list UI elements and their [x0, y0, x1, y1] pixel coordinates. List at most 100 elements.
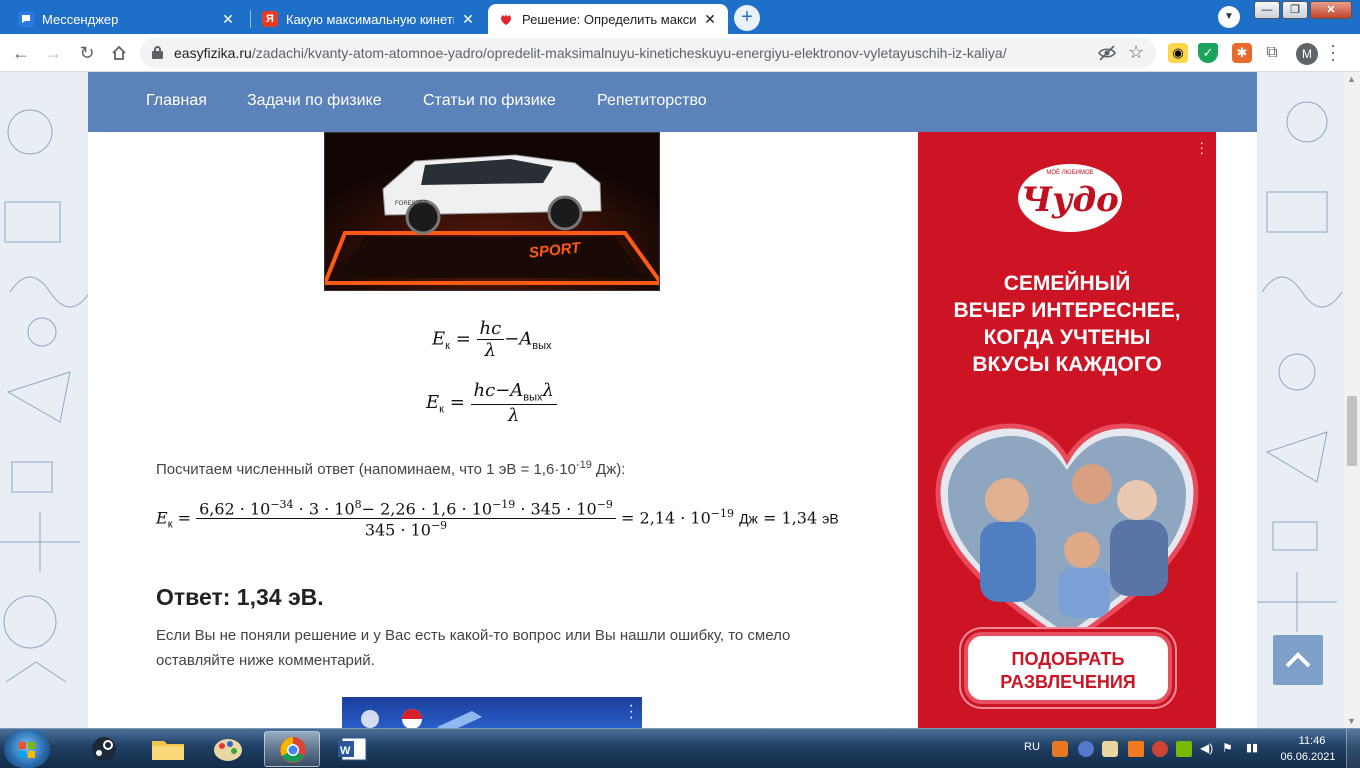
bug-extension-icon[interactable]: ✱ [1232, 43, 1252, 63]
equals-sign: = [177, 508, 191, 528]
tab-title: Мессенджер [42, 11, 119, 27]
clock-date[interactable]: 06.06.2021 [1277, 751, 1339, 763]
num-exp-4: −9 [596, 498, 613, 511]
tray-volume-icon[interactable]: ◀) [1200, 741, 1216, 757]
tab-search-dropdown-icon[interactable]: ▼ [1218, 6, 1240, 28]
lock-icon[interactable] [152, 46, 163, 59]
eye-off-icon[interactable] [1098, 45, 1116, 61]
num-exp-1: −34 [270, 498, 294, 511]
result-exp: −19 [710, 507, 734, 520]
physics-doodle-background-left [0, 72, 88, 728]
denominator-numeric: 345 · 10−9 [196, 519, 616, 539]
home-icon[interactable] [106, 40, 132, 66]
answer-heading: Ответ: 1,34 эВ. [156, 584, 324, 610]
svg-text:W: W [340, 745, 351, 757]
nav-tutoring[interactable]: Репетиторство [597, 92, 707, 110]
ad-cta-line: РАЗВЛЕЧЕНИЯ [1000, 672, 1136, 692]
profile-avatar[interactable]: M [1296, 43, 1318, 65]
taskbar-word[interactable]: W [326, 731, 382, 767]
tray-app-icon[interactable] [1152, 741, 1168, 757]
equals-sign: = [455, 328, 471, 350]
tray-network-adapter-icon[interactable] [1078, 741, 1094, 757]
tab-yandex-question[interactable]: Я Какую максимальную кинетиче ✕ [252, 4, 486, 34]
window-close-button[interactable]: ✕ [1310, 1, 1352, 19]
new-tab-button[interactable]: + [734, 5, 760, 31]
ad-headline-line: вкусы каждого [972, 353, 1162, 376]
formula-numeric-answer: Eк = 6,62 · 10−34 · 3 · 108− 2,26 · 1,6 … [156, 498, 839, 540]
subscript-vyh: вых [532, 340, 552, 353]
num-part-1: 6,62 · 10 [199, 499, 271, 519]
scroll-down-icon[interactable]: ▼ [1347, 716, 1356, 726]
tab-solution[interactable]: Решение: Определить максима ✕ [488, 4, 728, 34]
maximize-button[interactable]: ❐ [1282, 1, 1308, 19]
taskbar-chrome[interactable] [264, 731, 320, 767]
reload-icon[interactable]: ↻ [74, 40, 100, 66]
taskbar-steam[interactable] [76, 731, 132, 767]
tray-flag-orange-icon[interactable] [1128, 741, 1144, 757]
tab-close-icon[interactable]: ✕ [460, 11, 476, 28]
bookmark-star-icon[interactable]: ☆ [1128, 42, 1144, 63]
back-icon[interactable]: ← [8, 40, 34, 66]
tab-messenger[interactable]: Мессенджер ✕ [8, 4, 246, 34]
ad-cta-button[interactable]: ПОДОБРАТЬ РАЗВЛЕЧЕНИЯ [964, 632, 1172, 704]
language-indicator[interactable]: RU [1024, 741, 1040, 753]
calc-intro-paragraph: Посчитаем численный ответ (напоминаем, ч… [156, 453, 625, 482]
numerator-hc: hc [476, 318, 505, 340]
minus-sign: − [504, 328, 520, 350]
clock-time[interactable]: 11:46 [1290, 735, 1334, 747]
browser-tab-strip: Мессенджер ✕ Я Какую максимальную кинети… [0, 0, 1360, 34]
numerator-numeric: 6,62 · 10−34 · 3 · 108− 2,26 · 1,6 · 10−… [196, 498, 616, 520]
video-advertisement[interactable]: · · · [342, 697, 642, 728]
page-viewport: Главная Задачи по физике Статьи по физик… [0, 72, 1344, 728]
num-exp-2: 8 [354, 498, 362, 511]
show-desktop-button[interactable] [1346, 729, 1360, 768]
symbol-a: A [519, 328, 533, 350]
tray-usb-icon[interactable] [1102, 741, 1118, 757]
tray-avast-icon[interactable] [1052, 741, 1068, 757]
minus-sign: − [495, 380, 511, 401]
taskbar-file-explorer[interactable] [140, 731, 196, 767]
easyfizika-icon [498, 11, 514, 27]
start-button[interactable] [4, 730, 50, 768]
nav-physics-articles[interactable]: Статьи по физике [423, 92, 556, 110]
ad-headline-line: когда учтены [983, 326, 1151, 349]
tab-separator [250, 10, 251, 28]
unit-joule: Дж [739, 510, 758, 527]
tab-close-icon[interactable]: ✕ [220, 11, 236, 28]
ad-menu-icon[interactable]: · · · [629, 698, 634, 726]
scroll-up-icon[interactable]: ▲ [1347, 74, 1356, 84]
forward-icon[interactable]: → [40, 40, 66, 66]
shield-extension-icon[interactable]: ✓ [1198, 43, 1218, 63]
denominator-lambda: λ [508, 404, 520, 426]
scrollbar-thumb[interactable] [1347, 396, 1357, 466]
tray-action-center-flag-icon[interactable]: ⚑ [1222, 741, 1238, 757]
car-advertisement-image[interactable]: SPORT FORESTER [324, 132, 660, 291]
puzzle-extensions-icon[interactable]: ⧉ [1262, 43, 1282, 63]
symbol-e: E [432, 328, 446, 350]
formula-kinetic-energy: Eк = hc λ −Aвых [432, 318, 552, 361]
browser-menu-icon[interactable]: · · · [1330, 36, 1336, 68]
subscript-vyh: вых [523, 391, 543, 404]
yandex-icon: Я [262, 11, 278, 27]
den-part: 345 · 10 [364, 520, 431, 540]
owl-extension-icon[interactable]: ◉ [1168, 43, 1188, 63]
tray-network-icon[interactable]: ▮▮ [1246, 741, 1262, 757]
nav-home[interactable]: Главная [146, 92, 207, 110]
ad-menu-icon[interactable]: · · · [1199, 135, 1204, 159]
sidebar: · · · МОЁ ЛЮБИМОЕ Чудо Семейный вечер инте… [918, 132, 1257, 728]
tab-close-icon[interactable]: ✕ [702, 11, 718, 28]
taskbar-paint[interactable] [200, 731, 256, 767]
minimize-button[interactable]: — [1254, 1, 1280, 19]
tray-nvidia-icon[interactable] [1176, 741, 1192, 757]
address-bar[interactable]: easyfizika.ru/zadachi/kvanty-atom-atomno… [140, 38, 1156, 68]
chudo-advertisement[interactable]: · · · МОЁ ЛЮБИМОЕ Чудо Семейный вечер инте… [918, 132, 1216, 728]
result-joules: = 2,14 · 10 [621, 508, 711, 528]
page-scrollbar[interactable]: ▲ ▼ [1344, 72, 1360, 728]
subscript-k: к [445, 340, 450, 353]
ad-headline-line: вечер интереснее, [953, 299, 1181, 322]
symbol-a: A [510, 380, 524, 401]
url-host: easyfizika.ru [174, 45, 252, 61]
article-content: SPORT FORESTER Eк = hc λ −Aвых Eк = hc−A… [88, 132, 918, 728]
scroll-to-top-button[interactable] [1273, 635, 1323, 685]
nav-physics-problems[interactable]: Задачи по физике [247, 92, 382, 110]
